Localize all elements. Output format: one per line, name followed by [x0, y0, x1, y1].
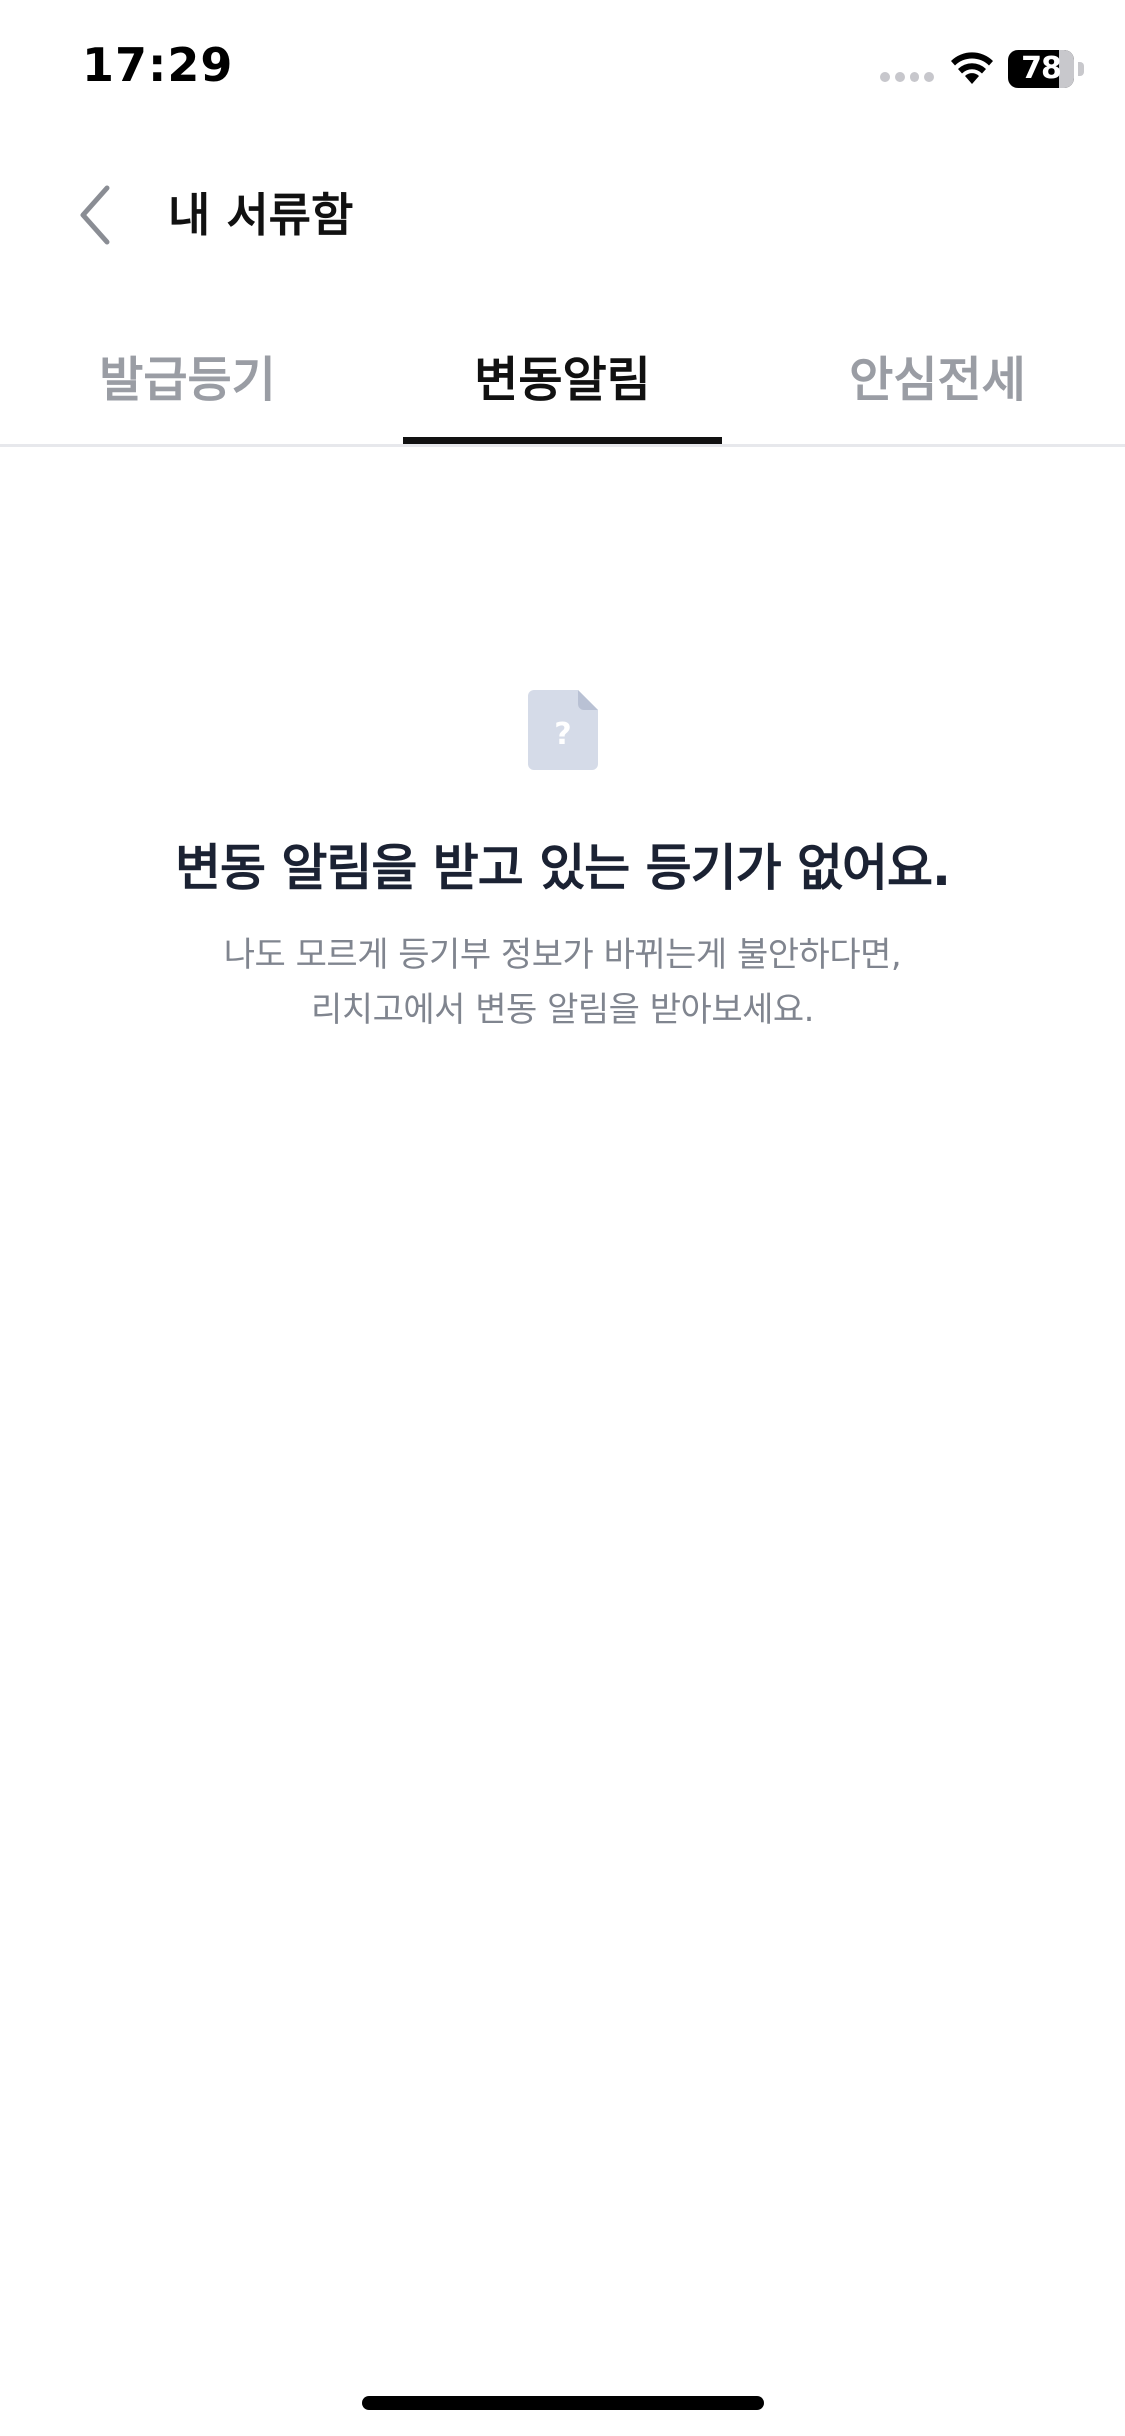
document-question-icon: ?: [527, 690, 598, 770]
chevron-left-icon: [80, 185, 110, 245]
empty-state-description: 나도 모르게 등기부 정보가 바뀌는게 불안하다면, 리치고에서 변동 알림을 …: [0, 928, 1125, 1038]
tab-safe-jeonse[interactable]: 안심전세: [750, 318, 1125, 444]
tab-issued-registry[interactable]: 발급등기: [0, 318, 375, 444]
page-title: 내 서류함: [168, 188, 354, 242]
battery-level: 78: [1021, 51, 1062, 86]
battery-icon: 78: [1008, 50, 1090, 88]
tab-bar: 발급등기 변동알림 안심전세: [0, 318, 1125, 447]
empty-state-title: 변동 알림을 받고 있는 등기가 없어요.: [174, 839, 951, 897]
active-tab-indicator: [403, 437, 722, 444]
status-time: 17:29: [82, 38, 234, 92]
empty-state: ? 변동 알림을 받고 있는 등기가 없어요. 나도 모르게 등기부 정보가 바…: [0, 690, 1125, 1038]
svg-text:?: ?: [554, 717, 571, 752]
wifi-icon: [951, 52, 993, 84]
cellular-signal-icon: [880, 72, 934, 84]
home-indicator: [362, 2396, 764, 2410]
empty-state-description-line1: 나도 모르게 등기부 정보가 바뀌는게 불안하다면,: [223, 935, 902, 975]
tab-change-alert[interactable]: 변동알림: [375, 318, 750, 444]
status-bar: 17:29 78: [0, 0, 1125, 140]
header: 내 서류함: [0, 150, 1125, 280]
back-button[interactable]: [60, 180, 130, 250]
empty-state-description-line2: 리치고에서 변동 알림을 받아보세요.: [311, 990, 814, 1030]
